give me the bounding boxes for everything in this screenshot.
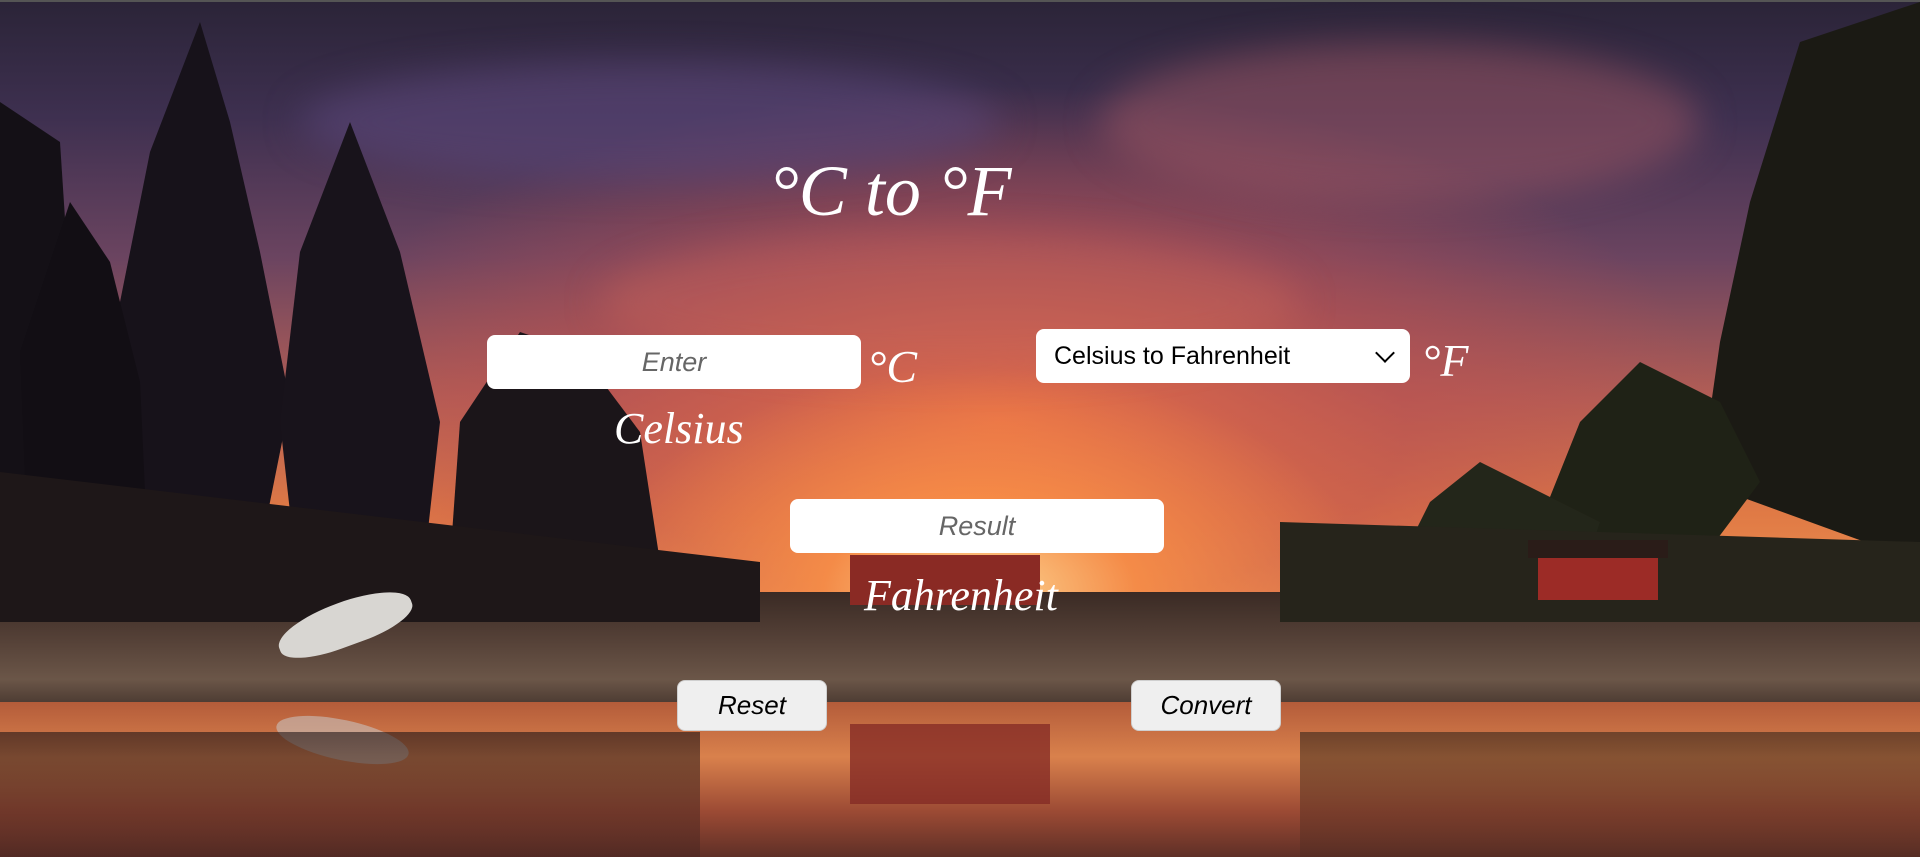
chevron-down-icon xyxy=(1375,343,1395,363)
conversion-select-value: Celsius to Fahrenheit xyxy=(1054,341,1291,370)
celsius-unit-label: °C xyxy=(868,341,918,392)
celsius-caption: Celsius xyxy=(614,404,744,453)
result-field[interactable] xyxy=(790,499,1164,553)
page-title: °C to °F xyxy=(770,151,1012,231)
celsius-input[interactable] xyxy=(487,335,861,389)
convert-button[interactable]: Convert xyxy=(1131,680,1281,731)
reset-button[interactable]: Reset xyxy=(677,680,827,731)
converter-form: °C to °F °C Celsius Celsius to Fahrenhei… xyxy=(0,0,1920,857)
conversion-select[interactable]: Celsius to Fahrenheit xyxy=(1036,329,1410,383)
fahrenheit-caption: Fahrenheit xyxy=(864,571,1058,620)
fahrenheit-unit-label: °F xyxy=(1422,335,1469,386)
